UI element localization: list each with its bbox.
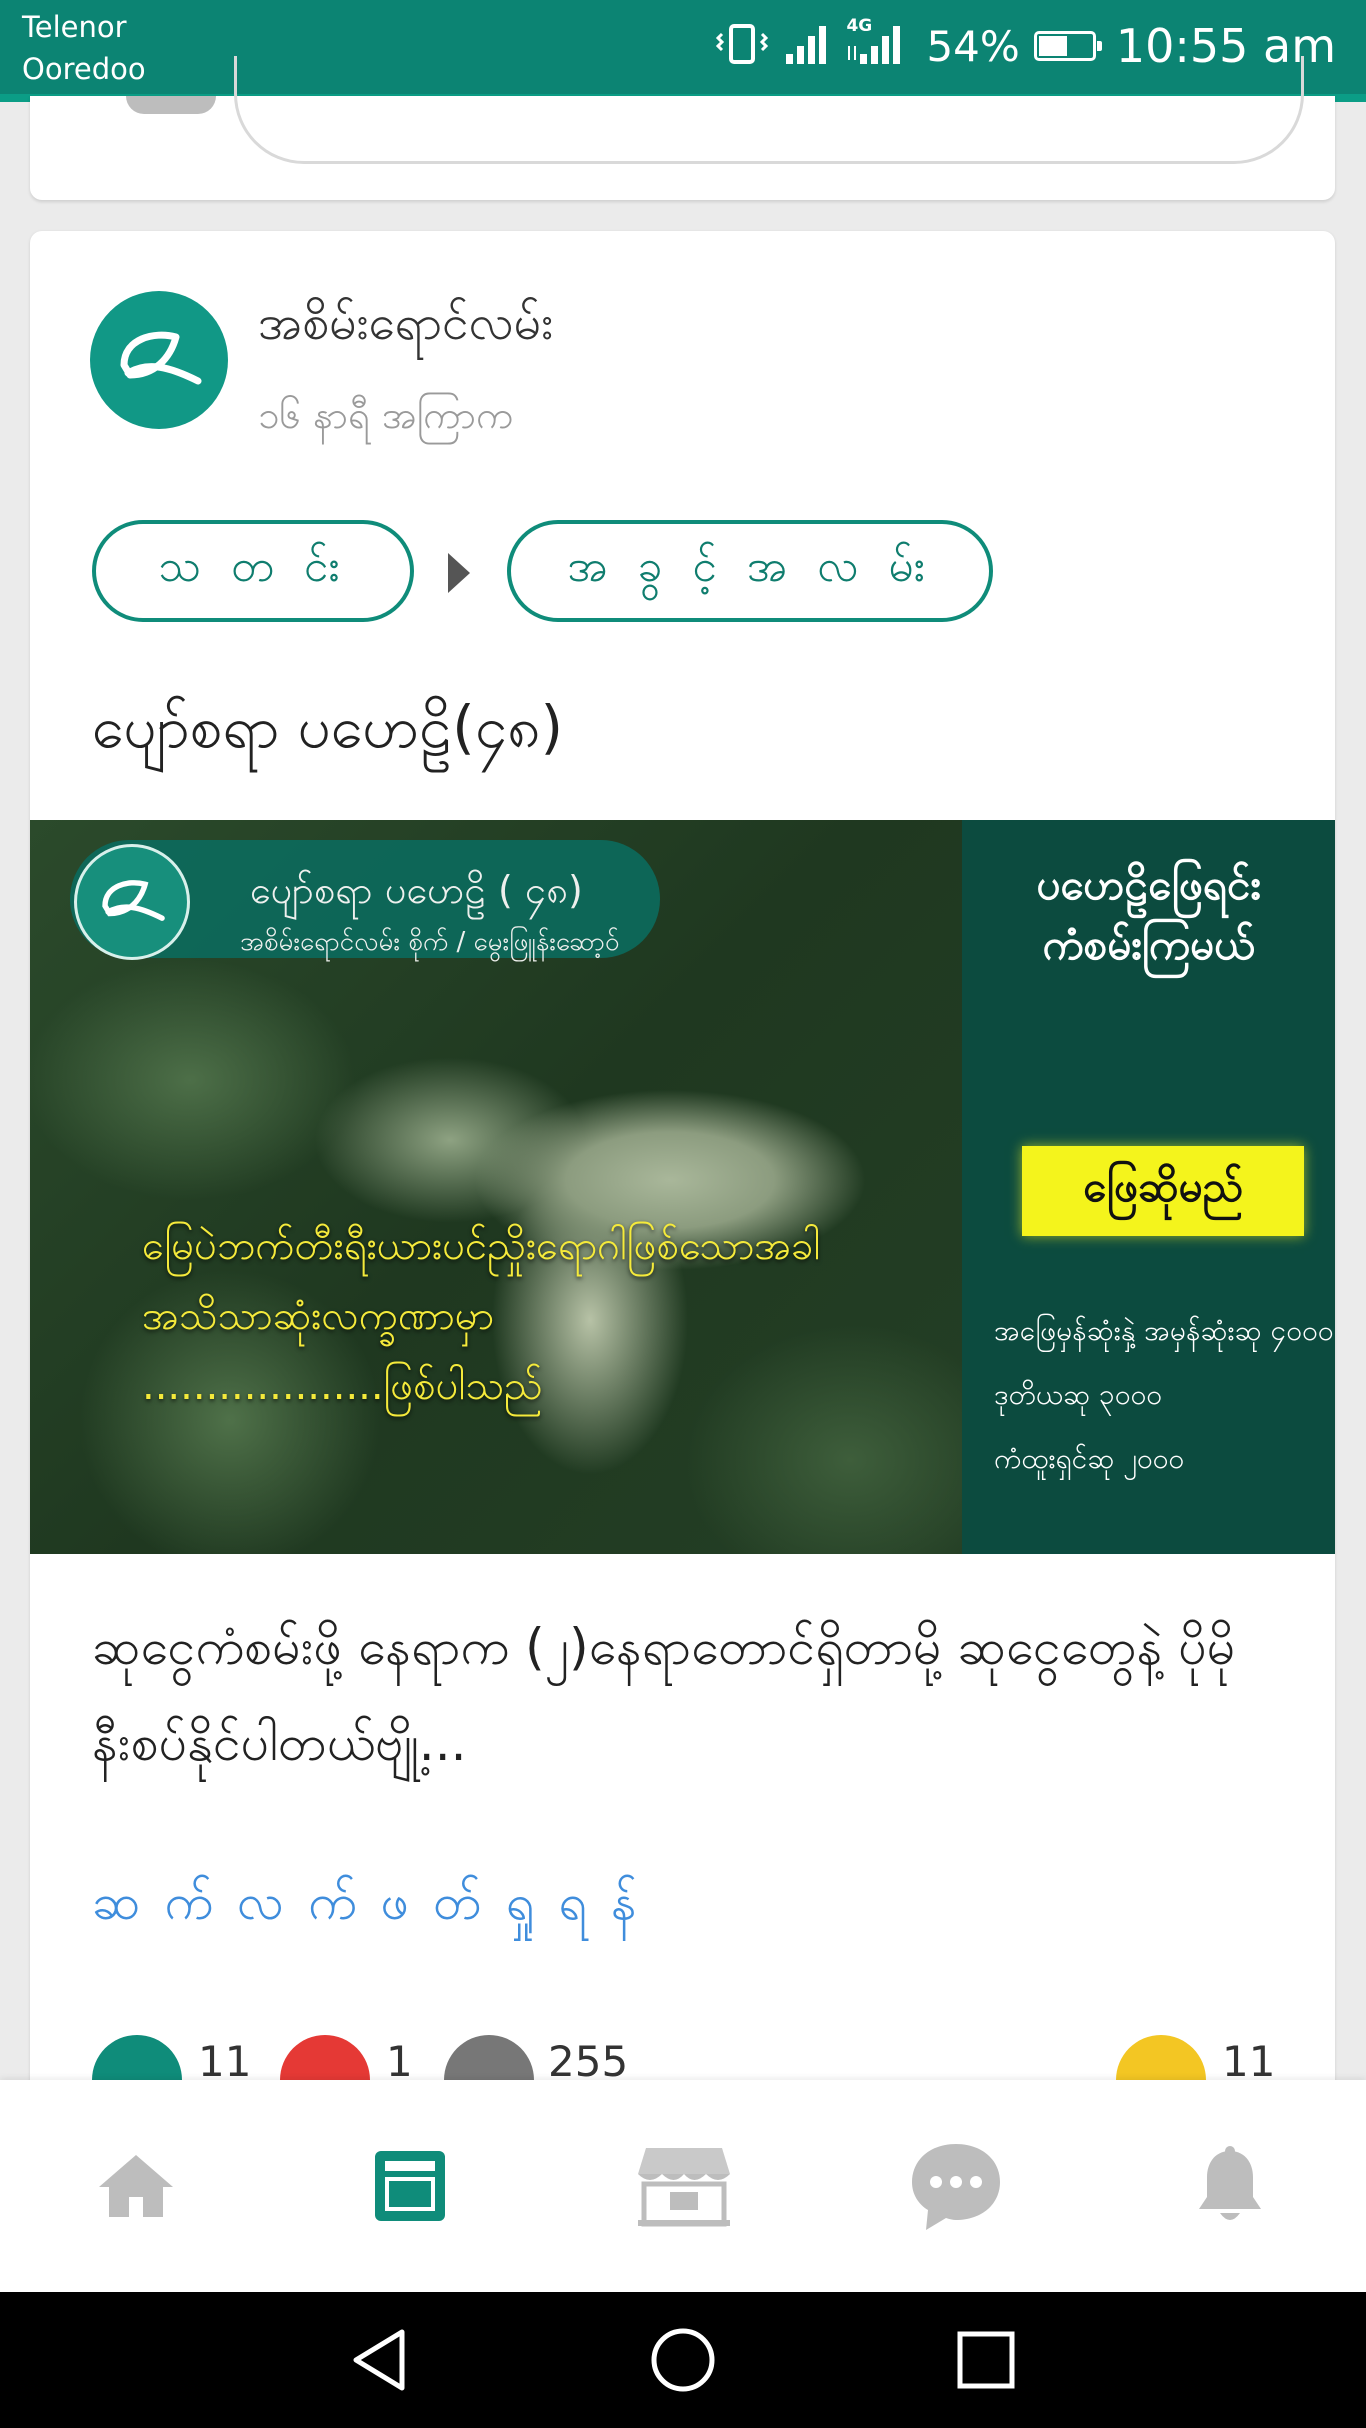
system-back-button[interactable] bbox=[320, 2292, 440, 2428]
recents-square-icon bbox=[957, 2331, 1015, 2389]
banner-ribbon-title: ပျော်စရာ ပဟေဠိ ( ၄၈) bbox=[250, 868, 583, 912]
like-count: 11 bbox=[198, 2037, 252, 2086]
chat-icon bbox=[912, 2144, 1000, 2230]
tag-opportunity[interactable]: အ ခွ င့် အ လ မ်း bbox=[507, 520, 993, 622]
banner-ribbon-subtitle: အစိမ်းရောင်လမ်း စိုက် / မွေးဖြူန်းဆော့ဝ် bbox=[240, 927, 620, 957]
banner-logo-icon bbox=[74, 844, 190, 960]
banner-side-heading-2: ကံစမ်းကြမယ် bbox=[1042, 920, 1255, 969]
post-timestamp: ၁၆ နာရီ အကြာက bbox=[258, 393, 514, 437]
newsfeed-icon bbox=[375, 2151, 445, 2221]
love-count: 1 bbox=[386, 2037, 413, 2086]
nav-newsfeed[interactable] bbox=[350, 2080, 470, 2292]
view-count: 255 bbox=[548, 2037, 629, 2086]
carrier-1: Telenor bbox=[22, 10, 127, 44]
author-avatar[interactable] bbox=[90, 291, 228, 429]
tag-arrow-icon bbox=[448, 553, 470, 593]
tag-news[interactable]: သ တ င်း bbox=[92, 520, 414, 622]
banner-prize-1: အဖြေမှန်ဆုံးနှဲ့ အမှန်ဆုံးဆု ၄၀၀၀ bbox=[994, 1314, 1334, 1347]
banner-side-heading-1: ပဟေဠိဖြေရင်း bbox=[1036, 860, 1261, 909]
network-type: 4G bbox=[846, 16, 873, 36]
post-body-text: ဆုငွေကံစမ်းဖို့ နေရာက (၂)နေရာတောင်ရှိတာမ… bbox=[92, 1618, 1236, 1772]
system-recents-button[interactable] bbox=[926, 2292, 1046, 2428]
nav-home[interactable] bbox=[76, 2080, 196, 2292]
banner-answer-button: ဖြေဆိုမည် bbox=[1022, 1146, 1304, 1236]
system-navigation-bar bbox=[0, 2292, 1366, 2428]
banner-side-panel: ပဟေဠိဖြေရင်း ကံစမ်းကြမယ် ဖြေဆိုမည် အဖြေမ… bbox=[962, 820, 1335, 1554]
home-circle-icon bbox=[651, 2328, 715, 2392]
home-icon bbox=[99, 2155, 173, 2217]
previous-avatar bbox=[126, 96, 216, 114]
leaf-logo-icon bbox=[120, 331, 202, 385]
comment-input-box[interactable] bbox=[234, 56, 1304, 164]
post-title[interactable]: ပျော်စရာ ပဟေဠိ(၄၈) bbox=[92, 691, 563, 776]
read-more-link[interactable]: ဆ က် လ က် ဖ တ် ရှု ရ န် bbox=[92, 1871, 641, 1944]
save-count: 11 bbox=[1222, 2037, 1276, 2086]
system-home-button[interactable] bbox=[623, 2292, 743, 2428]
banner-question-line-3: ...................ဖြစ်ပါသည် bbox=[142, 1363, 543, 1409]
carrier-2: Ooredoo bbox=[22, 52, 146, 86]
bell-icon bbox=[1199, 2146, 1261, 2220]
nav-notifications[interactable] bbox=[1170, 2080, 1290, 2292]
banner-prize-3: ကံထူးရှင်ဆု ၂၀၀၀ bbox=[994, 1442, 1185, 1475]
shop-icon bbox=[638, 2148, 730, 2227]
back-triangle-icon bbox=[353, 2329, 405, 2391]
banner-question-line-1: မြေပဲဘက်တီးရီးယားပင်ညှိုးရောဂါဖြစ်သောအခါ bbox=[142, 1223, 821, 1269]
bottom-navigation bbox=[0, 2080, 1366, 2292]
author-name[interactable]: အစိမ်းရောင်လမ်း bbox=[258, 293, 553, 363]
post-card: အစိမ်းရောင်လမ်း ၁၆ နာရီ အကြာက သ တ င်း အ … bbox=[30, 231, 1335, 2111]
post-banner-image[interactable]: ပျော်စရာ ပဟေဠိ ( ၄၈) အစိမ်းရောင်လမ်း စို… bbox=[30, 820, 1335, 1554]
previous-post-card bbox=[30, 56, 1335, 200]
carrier-names: Telenor Ooredoo bbox=[22, 6, 146, 90]
banner-question-line-2: အသိသာဆုံးလက္ခဏာမှာ bbox=[142, 1293, 495, 1339]
banner-prize-2: ဒုတိယဆု ၃၀၀၀ bbox=[994, 1378, 1163, 1411]
peanut-leaf-photo: ပျော်စရာ ပဟေဠိ ( ၄၈) အစိမ်းရောင်လမ်း စို… bbox=[30, 820, 962, 1554]
nav-shop[interactable] bbox=[624, 2080, 744, 2292]
nav-chat[interactable] bbox=[896, 2080, 1016, 2292]
